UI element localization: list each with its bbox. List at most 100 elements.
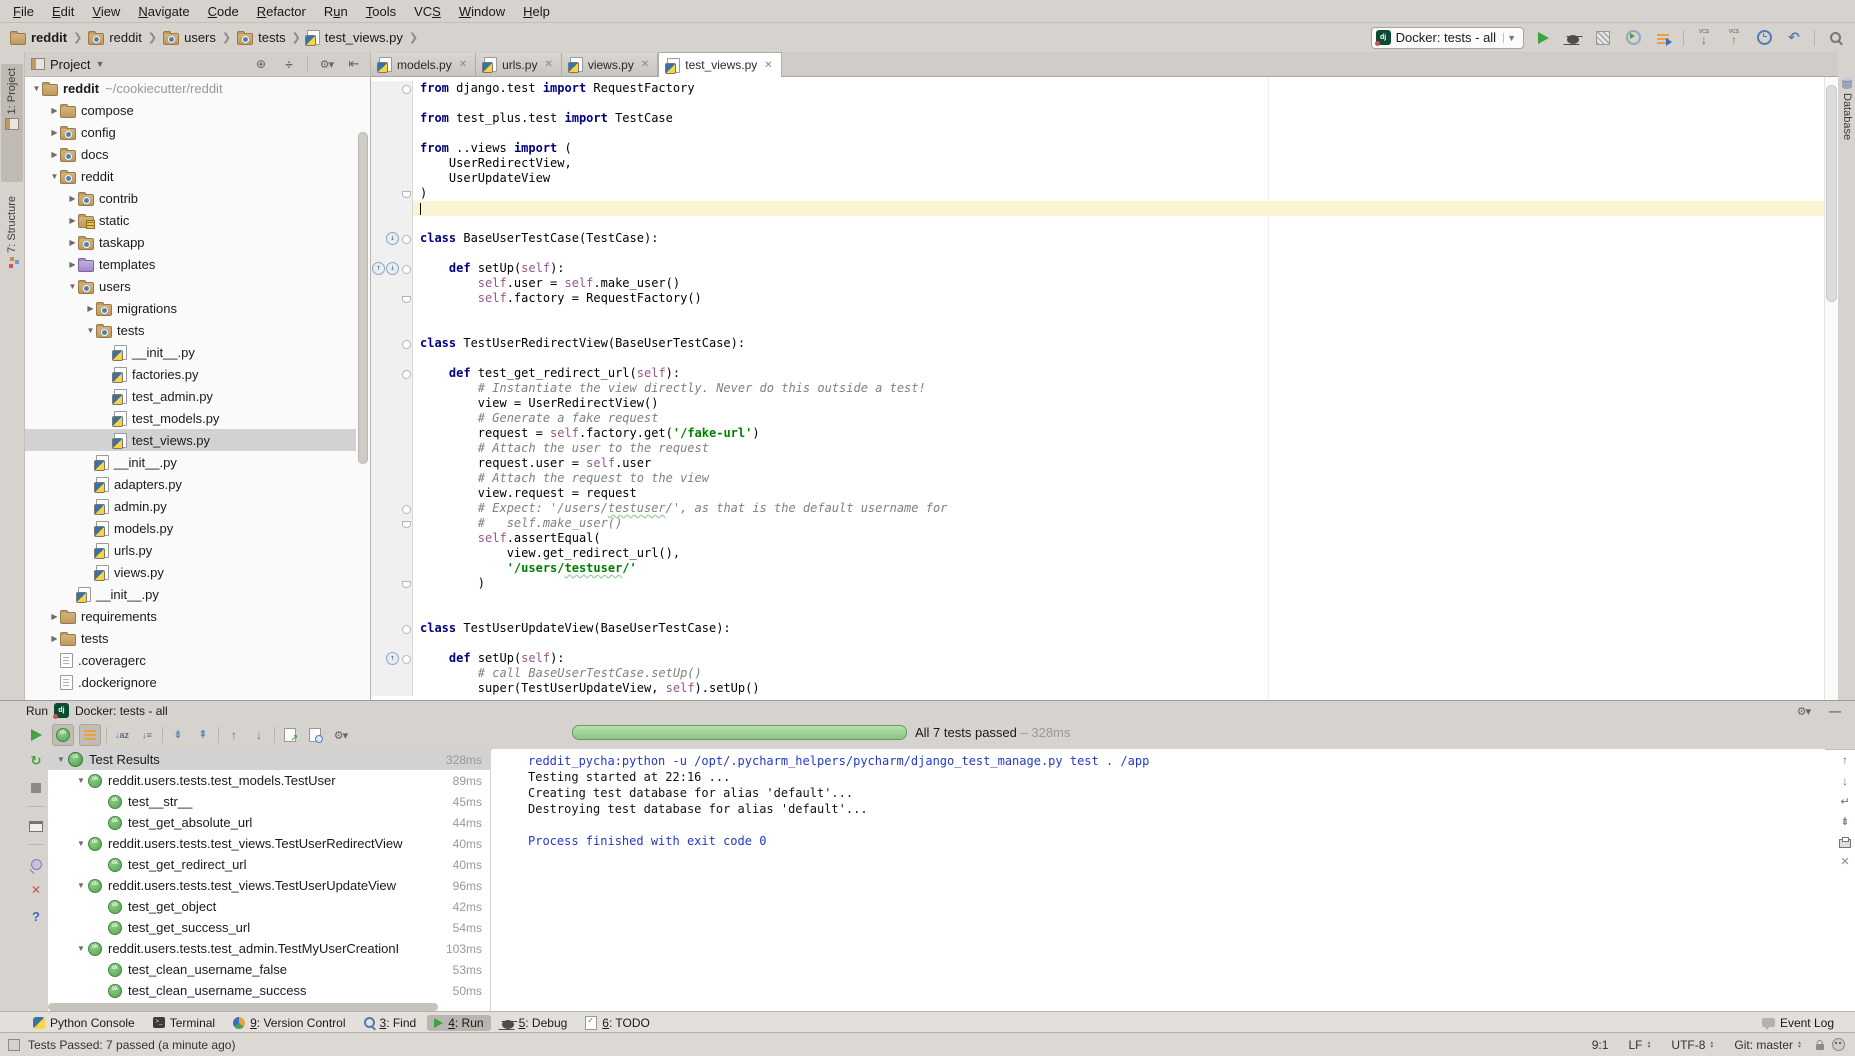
gear-v-button[interactable] <box>330 725 350 745</box>
project-tree-item[interactable]: ▶contrib <box>25 187 356 209</box>
menu-edit[interactable]: Edit <box>43 2 83 21</box>
vcs-up-button[interactable] <box>1724 28 1744 48</box>
clockpage-button[interactable] <box>305 725 325 745</box>
close-icon[interactable]: ✕ <box>764 60 772 71</box>
toolwindow-5-debug[interactable]: 5: Debug <box>495 1015 575 1031</box>
project-tree-item[interactable]: .coveragerc <box>25 649 356 671</box>
stripe-7-structure[interactable]: 7: Structure <box>1 192 23 320</box>
toolwindow-3-find[interactable]: 3: Find <box>357 1015 424 1031</box>
project-tree-item[interactable]: admin.py <box>25 495 356 517</box>
play-button[interactable] <box>1533 28 1553 48</box>
toolwindow-4-run[interactable]: 4: Run <box>427 1015 490 1031</box>
tool-window-toggle-icon[interactable] <box>8 1039 20 1051</box>
test-result-item[interactable]: ▼ reddit.users.tests.test_views.TestUser… <box>48 875 490 896</box>
stop-button[interactable] <box>31 780 41 795</box>
test-result-item[interactable]: test_get_redirect_url40ms <box>48 854 490 875</box>
restore-button[interactable] <box>29 818 43 833</box>
pin-button[interactable] <box>31 856 42 871</box>
project-tree-item[interactable]: ▼users <box>25 275 356 297</box>
menu-navigate[interactable]: Navigate <box>129 2 198 21</box>
tree-console-splitter[interactable] <box>490 749 491 1013</box>
project-tree-item[interactable]: ▶requirements <box>25 605 356 627</box>
breadcrumb-item[interactable]: tests <box>235 30 287 45</box>
breadcrumb-item[interactable]: reddit <box>8 30 69 45</box>
caret-position[interactable]: 9:1 <box>1586 1038 1615 1052</box>
lock-icon[interactable] <box>1816 1044 1824 1050</box>
fold-marker[interactable] <box>402 296 411 303</box>
menu-file[interactable]: File <box>4 2 43 21</box>
bug-button[interactable] <box>1563 28 1583 48</box>
editor-tab[interactable]: models.py✕ <box>371 53 476 76</box>
editor-tab[interactable]: urls.py✕ <box>476 53 562 76</box>
export-button[interactable] <box>280 725 300 745</box>
project-tree-item[interactable]: __init__.py <box>25 451 356 473</box>
toolwindow-event-log[interactable]: Event Log <box>1755 1015 1841 1031</box>
toolwindow-6-todo[interactable]: 6: TODO <box>578 1015 657 1031</box>
project-tree-item[interactable]: adapters.py <box>25 473 356 495</box>
project-tree-item[interactable]: ▼tests <box>25 319 356 341</box>
undo-button[interactable] <box>1784 28 1804 48</box>
x-button[interactable] <box>31 882 41 898</box>
softwrap-icon[interactable] <box>1840 795 1849 808</box>
menu-view[interactable]: View <box>83 2 129 21</box>
sort-az-button[interactable] <box>112 725 132 745</box>
search-button[interactable] <box>1825 28 1845 48</box>
project-tree-item[interactable]: test_admin.py <box>25 385 356 407</box>
project-tree-item[interactable]: ▶templates <box>25 253 356 275</box>
runlist-button[interactable] <box>1653 28 1673 48</box>
breadcrumb-item[interactable]: test_views.py <box>305 30 405 45</box>
project-tree-item[interactable]: ▶config <box>25 121 356 143</box>
clear-icon[interactable] <box>1840 855 1849 868</box>
project-scrollbar[interactable] <box>357 77 369 700</box>
fold-marker[interactable] <box>402 581 411 588</box>
stripe-1-project[interactable]: 1: Project <box>1 64 23 182</box>
test-result-item[interactable]: test_get_object42ms <box>48 896 490 917</box>
close-icon[interactable]: ✕ <box>641 59 649 70</box>
run-console[interactable]: reddit_pycha:python -u /opt/.pycharm_hel… <box>492 749 1825 1013</box>
toolwindow-python-console[interactable]: Python Console <box>26 1015 142 1031</box>
project-tree-item[interactable]: test_models.py <box>25 407 356 429</box>
project-tree-item[interactable]: ▶compose <box>25 99 356 121</box>
fold-marker[interactable] <box>402 191 411 198</box>
collapse-panel-button[interactable] <box>279 54 299 74</box>
fold-marker[interactable] <box>402 655 411 664</box>
collapse-button[interactable] <box>193 725 213 745</box>
close-icon[interactable]: ✕ <box>544 59 552 70</box>
project-tree-item[interactable]: ▼reddit <box>25 165 356 187</box>
fold-marker[interactable] <box>402 370 411 379</box>
close-icon[interactable]: ✕ <box>459 59 467 70</box>
test-result-item[interactable]: test_get_absolute_url44ms <box>48 812 490 833</box>
min-button[interactable] <box>1825 701 1845 721</box>
vcs-down-button[interactable] <box>1694 28 1714 48</box>
run-test-gutter-icon[interactable]: ↓ <box>386 262 399 275</box>
profile-button[interactable] <box>1623 28 1643 48</box>
project-tree-item[interactable]: .dockerignore <box>25 671 356 693</box>
fold-marker[interactable] <box>402 340 411 349</box>
test-result-item[interactable]: ▼ reddit.users.tests.test_views.TestUser… <box>48 833 490 854</box>
menu-help[interactable]: Help <box>514 2 559 21</box>
project-tree-item[interactable]: ▶migrations <box>25 297 356 319</box>
filter-ok-button[interactable] <box>52 724 74 746</box>
editor-scrollbar[interactable] <box>1824 77 1838 700</box>
project-tree-item[interactable]: ▶taskapp <box>25 231 356 253</box>
test-result-item[interactable]: test_clean_username_false53ms <box>48 959 490 980</box>
project-tree-item[interactable]: models.py <box>25 517 356 539</box>
hide-button[interactable] <box>344 54 364 74</box>
menu-vcs[interactable]: VCS <box>405 2 450 21</box>
filter-lines-button[interactable] <box>79 724 101 746</box>
scrollend-icon[interactable] <box>1840 815 1849 828</box>
fold-marker[interactable] <box>402 265 411 274</box>
project-tree-item[interactable]: ▶docs <box>25 143 356 165</box>
run-test-gutter-icon[interactable]: ↓ <box>386 232 399 245</box>
project-tree-item[interactable]: test_views.py <box>25 429 356 451</box>
fold-marker[interactable] <box>402 505 411 514</box>
test-result-item[interactable]: test__str__45ms <box>48 791 490 812</box>
project-view-select[interactable]: Project ▼ <box>31 57 245 72</box>
run-configuration-select[interactable]: Docker: tests - all ▼ <box>1371 27 1524 49</box>
menu-window[interactable]: Window <box>450 2 514 21</box>
git-branch-select[interactable]: Git: master▲▼ <box>1728 1038 1808 1052</box>
code-area[interactable]: from django.test import RequestFactoryfr… <box>371 81 1838 696</box>
editor-tab[interactable]: test_views.py✕ <box>658 52 781 77</box>
fold-marker[interactable] <box>402 521 411 528</box>
fold-marker[interactable] <box>402 85 411 94</box>
